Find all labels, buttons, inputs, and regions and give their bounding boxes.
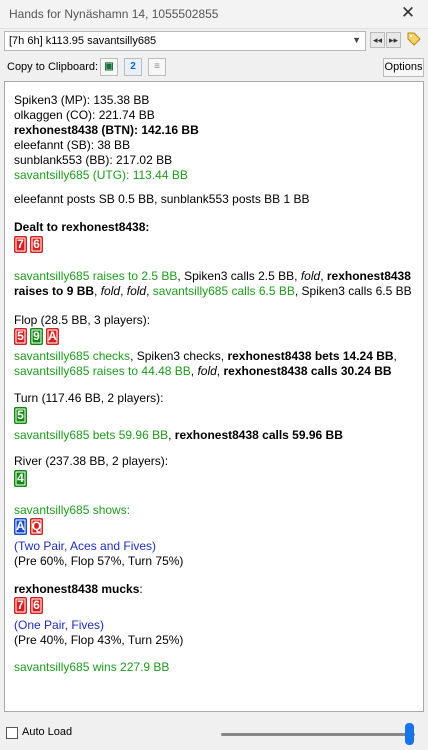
copy-image-icon[interactable]: ▣ [100,58,118,76]
river-card: 4 [14,470,30,488]
river-header: River (237.38 BB, 2 players): [14,454,169,468]
copy-2plus2-icon[interactable]: 2 [124,58,142,76]
blinds-line: eleefannt posts SB 0.5 BB, sunblank553 p… [14,192,310,206]
card: 6 [30,236,43,253]
options-button[interactable]: Options [383,58,424,77]
hero-mucks-line: rexhonest8438 mucks: [14,582,143,596]
auto-load-label: Auto Load [22,726,73,738]
seat-line: savantsilly685 (UTG): 113.44 BB [14,168,188,182]
seat-line: eleefannt (SB): 38 BB [14,138,131,152]
seat-line-hero: rexhonest8438 (BTN): 142.16 BB [14,123,199,137]
turn-header: Turn (117.46 BB, 2 players): [14,391,164,405]
card: Q [30,518,43,535]
villain-hand-rank: (Two Pair, Aces and Fives) [14,539,157,553]
card: A [46,328,59,345]
seat-line: olkaggen (CO): 221.74 BB [14,108,155,122]
card: 4 [14,470,27,487]
tag-icon[interactable] [404,31,424,51]
villain-shows-line: savantsilly685 shows: [14,503,131,517]
hero-hand-rank: (One Pair, Fives) [14,618,105,632]
hand-select[interactable]: [7h 6h] k113.95 savantsilly685 ▼ [4,31,366,51]
clipboard-toolbar: Copy to Clipboard: ▣ 2 ≡ [0,55,428,79]
card: 7 [14,597,27,614]
hero-muck-cards: 76 [14,597,46,615]
flop-action-line: savantsilly685 raises to 44.48 BB, fold,… [14,364,392,378]
dealt-label: Dealt to rexhonest8438: [14,220,150,234]
turn-action-line: savantsilly685 bets 59.96 BB, rexhonest8… [14,428,343,442]
hand-history-panel: Spiken3 (MP): 135.38 BB olkaggen (CO): 2… [4,81,424,712]
copy-text-icon[interactable]: ≡ [148,58,166,76]
winner-line: savantsilly685 wins 227.9 BB [14,660,170,674]
villain-equity: (Pre 60%, Flop 57%, Turn 75%) [14,554,184,568]
footer-bar: Auto Load [0,715,428,750]
close-icon[interactable]: ✕ [398,3,418,23]
card: A [14,518,27,535]
auto-load-checkbox[interactable] [6,727,18,739]
hero-equity: (Pre 40%, Flop 43%, Turn 25%) [14,633,184,647]
slider-track[interactable] [221,733,415,736]
preflop-action-line: raises to 9 BB, fold, fold, savantsilly6… [14,284,412,298]
window-title: Hands for Nynäshamn 14, 1055502855 [9,7,219,21]
card: 5 [14,407,27,424]
copy-to-clipboard-label: Copy to Clipboard: [7,61,99,73]
flop-action-line: savantsilly685 checks, Spiken3 checks, r… [14,349,397,363]
hero-cards: 76 [14,236,46,254]
title-bar: Hands for Nynäshamn 14, 1055502855 ✕ [0,0,428,29]
card: 7 [14,236,27,253]
previous-hand-button[interactable]: ◂◂ [370,32,385,48]
slider-thumb[interactable] [405,723,414,745]
card: 5 [14,328,27,345]
flop-cards: 59A [14,328,62,346]
card: 6 [30,597,43,614]
turn-card: 5 [14,407,30,425]
chevron-down-icon[interactable]: ▼ [352,35,361,45]
next-hand-button[interactable]: ▸▸ [386,32,401,48]
preflop-action-line: savantsilly685 raises to 2.5 BB, Spiken3… [14,269,411,283]
card: 9 [30,328,43,345]
villain-cards: AQ [14,518,46,536]
hand-select-value: [7h 6h] k113.95 savantsilly685 [9,35,157,47]
seat-line: sunblank553 (BB): 217.02 BB [14,153,173,167]
seat-line: Spiken3 (MP): 135.38 BB [14,93,150,107]
flop-header: Flop (28.5 BB, 3 players): [14,313,151,327]
